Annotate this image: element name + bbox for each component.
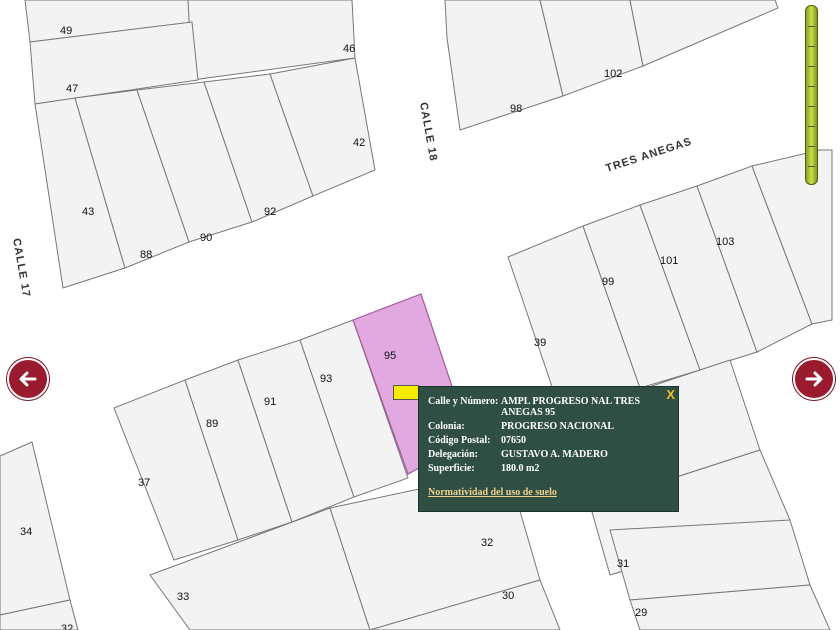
info-key: Colonia: [428,421,465,432]
info-value: 07650 [501,435,526,446]
lot-info-table: Calle y Número: AMPL PROGRESO NAL TRES A… [428,396,666,477]
lot-number: 91 [264,396,276,408]
lot-number: 33 [177,591,189,603]
info-row: Delegación: GUSTAVO A. MADERO [428,449,666,463]
street-label-calle-17: CALLE 17 [10,237,32,298]
lot-number: 30 [502,590,514,602]
zoom-tick [808,46,815,47]
lot-number: 98 [510,103,522,115]
lot-number: 88 [140,249,152,261]
lot-number: 39 [534,337,546,349]
zoom-tick [808,86,815,87]
info-row: Calle y Número: AMPL PROGRESO NAL TRES A… [428,396,666,421]
lot-number: 95 [384,350,396,362]
lot-number: 99 [602,276,614,288]
lot-number: 34 [20,526,32,538]
lot-number: 49 [60,25,72,37]
info-row: Código Postal: 07650 [428,435,666,449]
lot-number: 47 [66,83,78,95]
zoom-tick [808,126,815,127]
street-label-calle-18: CALLE 18 [417,101,439,162]
lot-number: 103 [716,236,734,248]
zoom-slider[interactable] [805,5,818,185]
info-row: Superficie: 180.0 m2 [428,463,666,477]
lot-number: 101 [660,255,678,267]
zoom-tick [808,66,815,67]
land-use-link[interactable]: Normatividad del uso de suelo [428,487,557,498]
info-value: AMPL PROGRESO NAL TRES ANEGAS 95 [501,396,641,418]
zoom-tick [808,26,815,27]
lot-number: 43 [82,206,94,218]
lot-number: 90 [200,232,212,244]
lot-number: 29 [635,607,647,619]
lot-number: 89 [206,418,218,430]
info-value: 180.0 m2 [501,463,540,474]
info-key: Código Postal: [428,435,491,446]
lot-number: 46 [343,43,355,55]
location-marker-icon[interactable] [393,385,419,400]
lot-number: 32 [481,537,493,549]
lot-number: 32 [61,623,73,630]
lot-info-popup: X Calle y Número: AMPL PROGRESO NAL TRES… [418,386,679,512]
info-key: Calle y Número: [428,396,499,407]
info-value: PROGRESO NACIONAL [501,421,615,432]
lot-34[interactable] [0,441,71,616]
lot-number: 42 [353,137,365,149]
lot-number: 37 [138,477,150,489]
info-row: Colonia: PROGRESO NACIONAL [428,421,666,435]
street-label-tres-anegas: TRES ANEGAS [604,136,693,175]
arrow-right-icon [805,371,823,387]
info-value: GUSTAVO A. MADERO [501,449,608,460]
close-popup-button[interactable]: X [666,387,675,402]
pan-right-button[interactable] [793,358,835,400]
lot-number: 31 [617,558,629,570]
arrow-left-icon [19,371,37,387]
lot-number: 102 [604,68,622,80]
map-viewer[interactable]: CALLE 18 TRES ANEGAS CALLE 17 49 46 47 1… [0,0,840,630]
info-key: Superficie: [428,463,475,474]
lot-number: 92 [264,206,276,218]
map-canvas[interactable]: CALLE 18 TRES ANEGAS CALLE 17 49 46 47 1… [0,0,840,630]
lot-top-right[interactable] [629,0,779,67]
pan-left-button[interactable] [7,358,49,400]
zoom-tick [808,146,815,147]
zoom-tick [808,106,815,107]
zoom-tick [808,166,815,167]
info-key: Delegación: [428,449,478,460]
lot-number: 93 [320,373,332,385]
